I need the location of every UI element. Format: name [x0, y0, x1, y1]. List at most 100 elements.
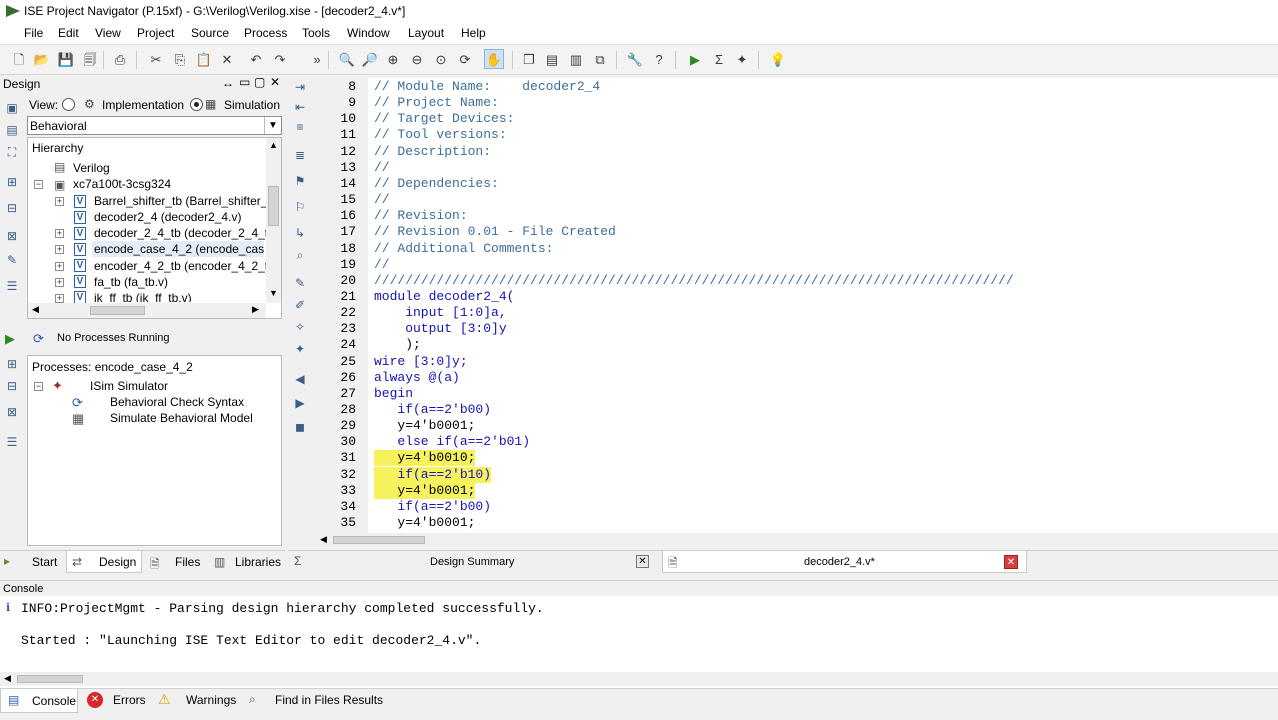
expand-icon[interactable]: + — [55, 294, 64, 303]
code-text[interactable]: y=4'b0001; — [374, 418, 475, 434]
overflow-icon[interactable]: » — [308, 50, 326, 68]
tree-vscroll-thumb[interactable] — [268, 186, 279, 226]
wand-icon[interactable]: ✧ — [292, 319, 308, 335]
editor-hscroll-thumb[interactable] — [333, 536, 425, 544]
tab-design-summary[interactable]: Design Summary — [430, 551, 514, 573]
code-text[interactable]: // Additional Comments: — [374, 241, 553, 257]
editor-hscrollbar[interactable]: ◀ — [316, 533, 1278, 547]
cascade-icon[interactable]: ❐ — [520, 50, 538, 68]
tree-item-decoder2-4[interactable]: decoder2_4 (decoder2_4.v) — [94, 209, 241, 225]
menu-project[interactable]: Project — [137, 26, 174, 40]
wand2-icon[interactable]: ✦ — [292, 341, 308, 357]
find-icon[interactable]: ⌕ — [292, 247, 308, 263]
edit-icon[interactable]: ✎ — [4, 252, 20, 268]
tile-horizontal-icon[interactable]: ▤ — [543, 50, 561, 68]
behavior-dropdown[interactable]: Behavioral ▼ — [27, 116, 282, 135]
implement-icon[interactable]: ✦ — [733, 50, 751, 68]
menu-source[interactable]: Source — [191, 26, 229, 40]
tab-warnings[interactable]: Warnings — [186, 689, 236, 711]
zoom-fit-icon[interactable]: ⊕ — [384, 50, 402, 68]
process-props-icon[interactable]: ⊠ — [4, 404, 20, 420]
code-text[interactable]: always @(a) — [374, 370, 460, 386]
remove-icon[interactable]: ⊟ — [4, 200, 20, 216]
code-text[interactable]: output [3:0]y — [374, 321, 506, 337]
tab-decoder2-4[interactable]: decoder2_4.v* — [804, 551, 875, 573]
close-editor-tab-icon[interactable]: ✕ — [1004, 555, 1018, 569]
code-text[interactable]: // Module Name: decoder2_4 — [374, 79, 600, 95]
tab-find-results[interactable]: Find in Files Results — [275, 689, 383, 711]
tree-item-encoder-tb[interactable]: encoder_4_2_tb (encoder_4_2_tb — [94, 258, 275, 274]
run-process-icon[interactable]: ▶ — [5, 331, 15, 347]
comment-icon[interactable]: ≡ — [292, 119, 308, 135]
properties-icon[interactable]: ⊠ — [4, 228, 20, 244]
collapse-icon[interactable]: − — [34, 180, 43, 189]
code-text[interactable]: // — [374, 257, 390, 273]
menu-process[interactable]: Process — [244, 26, 287, 40]
zoom-in-icon[interactable]: 🔍 — [338, 50, 356, 68]
tab-design[interactable]: Design — [99, 551, 136, 573]
code-text[interactable]: y=4'b0001; — [374, 482, 476, 499]
tree-item-barrel[interactable]: Barrel_shifter_tb (Barrel_shifter_t — [94, 193, 271, 209]
menu-help[interactable]: Help — [461, 26, 486, 40]
add-copy-icon[interactable]: ▤ — [4, 122, 20, 138]
hierarchy-icon[interactable]: ⊞ — [4, 174, 20, 190]
scroll-left-icon[interactable]: ◀ — [32, 304, 39, 315]
code-text[interactable]: // Revision: — [374, 208, 468, 224]
code-text[interactable]: y=4'b0001; — [374, 515, 475, 531]
expand-icon[interactable]: + — [55, 229, 64, 238]
sigma-icon[interactable]: Σ — [710, 50, 728, 68]
open-folder-icon[interactable]: 📂 — [33, 50, 51, 68]
code-text[interactable]: // Tool versions: — [374, 127, 507, 143]
redo-icon[interactable]: ↷ — [271, 50, 289, 68]
new-file-icon[interactable]: 🗋 — [10, 50, 28, 68]
uncomment-icon[interactable]: ≣ — [292, 147, 308, 163]
expand-icon[interactable]: + — [55, 262, 64, 271]
process-tree-icon[interactable]: ⊞ — [4, 356, 20, 372]
console-hscrollbar[interactable]: ◀ — [0, 672, 1278, 686]
window-icon[interactable]: ⧉ — [591, 50, 609, 68]
menu-view[interactable]: View — [95, 26, 121, 40]
print-icon[interactable]: ⎙ — [111, 50, 129, 68]
code-text[interactable]: y=4'b0010; — [374, 450, 476, 467]
chevron-down-icon[interactable]: ▼ — [264, 117, 281, 134]
copy-icon[interactable]: ⎘ — [171, 50, 189, 68]
code-text[interactable]: if(a==2'b10) — [374, 466, 492, 483]
implementation-radio[interactable] — [62, 98, 75, 111]
template-icon[interactable]: ✎ — [292, 275, 308, 291]
scroll-up-icon[interactable]: ▲ — [269, 140, 278, 150]
code-text[interactable]: ////////////////////////////////////////… — [374, 273, 1014, 289]
stop-icon[interactable]: ◼ — [292, 419, 308, 435]
expand-icon[interactable]: + — [55, 197, 64, 206]
tree-item-encode-case[interactable]: encode_case_4_2 (encode_case_ — [92, 241, 264, 257]
tree-vscrollbar[interactable]: ▲ ▼ — [266, 138, 281, 303]
bookmark-icon[interactable]: ⚑ — [292, 173, 308, 189]
run-icon[interactable]: ▶ — [686, 50, 704, 68]
scroll-down-icon[interactable]: ▼ — [269, 288, 278, 298]
scroll-left-icon[interactable]: ◀ — [4, 673, 11, 684]
menu-file[interactable]: File — [24, 26, 43, 40]
tab-start[interactable]: Start — [32, 551, 57, 573]
code-text[interactable]: ); — [374, 337, 421, 353]
tab-errors[interactable]: Errors — [113, 689, 146, 711]
add-source-icon[interactable]: ▣ — [4, 100, 20, 116]
tile-vertical-icon[interactable]: ▥ — [567, 50, 585, 68]
close-design-summary-icon[interactable]: ✕ — [636, 555, 649, 568]
code-text[interactable]: // Project Name: — [374, 95, 499, 111]
code-text[interactable]: module decoder2_4( — [374, 289, 514, 305]
code-editor[interactable]: 8 // Module Name: decoder2_4 9 // Project N… — [316, 78, 1278, 533]
tree-item-decoder-tb[interactable]: decoder_2_4_tb (decoder_2_4_tb — [94, 225, 275, 241]
process-isim[interactable]: ISim Simulator — [90, 379, 168, 393]
minimize-icon[interactable]: ▭ — [239, 75, 250, 89]
process-check-syntax[interactable]: Behavioral Check Syntax — [110, 395, 244, 409]
refresh-icon[interactable]: ⟳ — [456, 50, 474, 68]
console-hscroll-thumb[interactable] — [17, 675, 83, 683]
maximize-icon[interactable]: ▢ — [254, 75, 265, 89]
process-expand-icon[interactable]: ⊟ — [4, 378, 20, 394]
code-text[interactable]: if(a==2'b00) — [374, 402, 491, 418]
code-text[interactable]: // — [374, 160, 390, 176]
save-icon[interactable]: 💾 — [57, 50, 75, 68]
code-text[interactable]: // Target Devices: — [374, 111, 514, 127]
zoom-full-icon[interactable]: ⊙ — [432, 50, 450, 68]
indent-icon[interactable]: ⇥ — [292, 79, 308, 95]
bookmark-next-icon[interactable]: ⚐ — [292, 199, 308, 215]
